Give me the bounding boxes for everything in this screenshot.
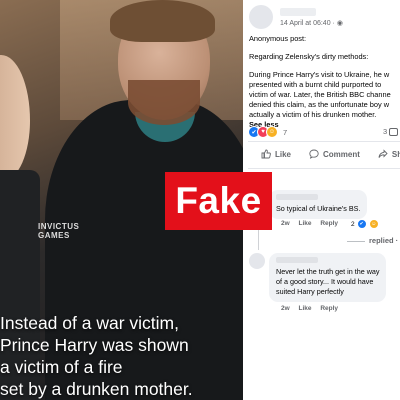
reaction-summary[interactable]: ✔ ♥ ☺ 7 [248,126,287,138]
boy-figure [0,55,30,180]
redacted-commenter-name[interactable] [276,257,318,263]
redacted-author-name[interactable] [280,8,316,16]
like-reaction-icon: ✔ [356,219,367,229]
redacted-commenter-name[interactable] [276,194,318,200]
caption-line: Prince Harry was shown [0,335,189,355]
thumbs-up-icon [261,149,271,159]
caption-line: a victim of a fire [0,357,123,377]
comment-like-button[interactable]: Like [298,305,311,312]
avatar[interactable] [249,253,265,269]
post-paragraph: During Prince Harry's visit to Ukraine, … [249,70,391,119]
post-timestamp[interactable]: 14 April at 06:40 · ◉ [280,19,343,27]
comment-bubble: So typical of Ukraine's BS. [269,190,368,219]
comment-reaction-summary[interactable]: 2 ✔ ☺ [351,219,381,229]
divider [248,141,400,142]
comment-meta: 2w Like Reply [281,220,345,227]
share-icon [378,149,388,158]
share-button[interactable]: Sh [378,149,400,159]
invictus-games-logo: INVICTUS GAMES [38,222,80,240]
fake-label-badge: Fake [165,172,272,230]
comment-text: suited Harry perfectly [276,287,344,296]
haha-reaction-icon: ☺ [266,126,278,138]
like-button[interactable]: Like [261,149,291,159]
haha-reaction-icon: ☺ [368,219,379,229]
comment-icon [309,149,319,159]
comment-reply-button[interactable]: Reply [320,220,338,227]
comment-bubble: Never let the truth get in the way of a … [269,253,387,302]
post-actions: Like Comment Sh [261,149,400,159]
comment-text: So typical of Ukraine's BS. [276,204,361,213]
post-body: Anonymous post: Regarding Zelensky's dir… [249,34,400,130]
comment-like-button[interactable]: Like [298,220,311,227]
comment-reply-button[interactable]: Reply [320,305,338,312]
reply-connector [347,240,365,242]
post-paragraph: Anonymous post: [249,34,307,43]
post-paragraph: Regarding Zelensky's dirty methods: [249,52,369,61]
comment-count[interactable]: 3 [383,127,399,137]
comment-time[interactable]: 2w [281,220,290,227]
comment-meta: 2w Like Reply [281,305,345,312]
comment-button[interactable]: Comment [309,149,360,159]
man-beard [128,80,200,125]
globe-icon: ◉ [336,20,343,27]
comment-text: Never let the truth get in the way [276,267,380,276]
video-caption: Instead of a war victim, Prince Harry wa… [0,312,243,400]
avatar[interactable] [249,5,273,29]
divider [248,168,400,169]
caption-line: set by a drunken mother. [0,379,193,399]
comment-reaction-count: 2 [351,220,355,228]
caption-line: Instead of a war victim, [0,313,179,333]
view-replies-link[interactable]: replied · 1 repl [347,236,400,245]
reaction-count: 7 [283,127,288,137]
man-hair [110,0,215,42]
comment-bubble-icon [389,128,399,137]
comment-time[interactable]: 2w [281,305,290,312]
comment-text: of a good story... It would have [276,277,374,286]
